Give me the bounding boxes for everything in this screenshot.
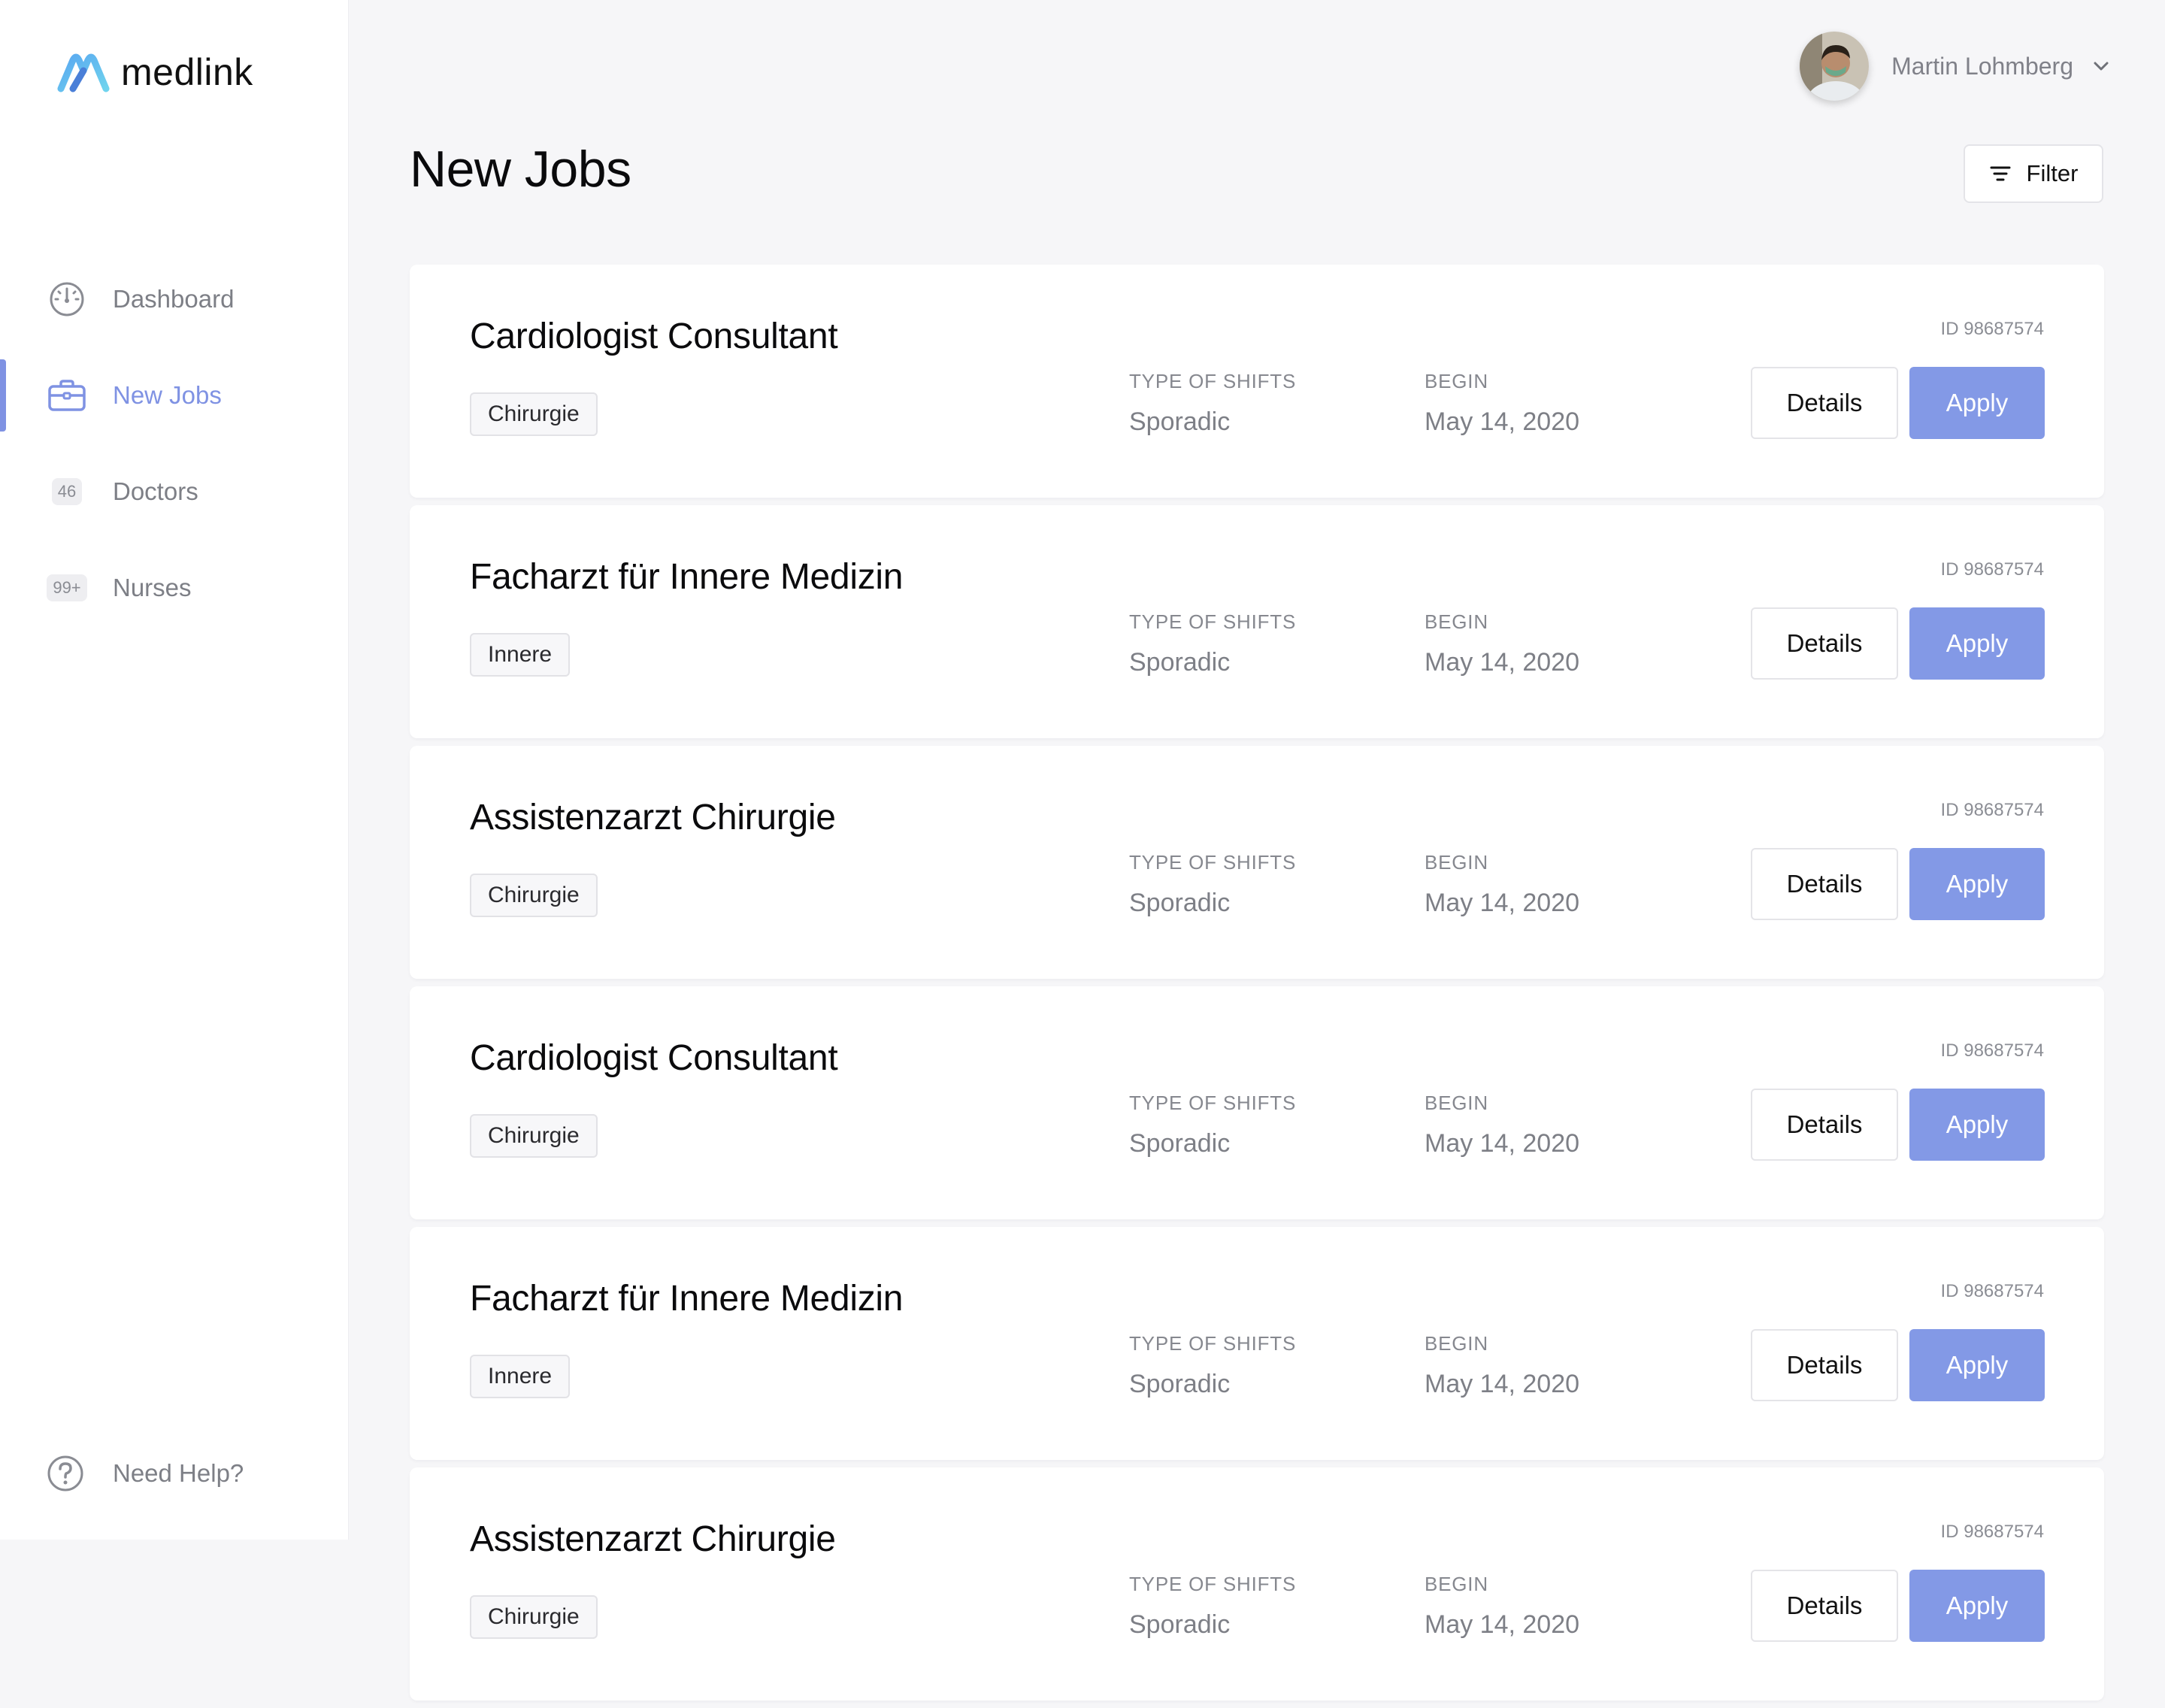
job-tag: Chirurgie	[470, 874, 598, 917]
shift-type-value: Sporadic	[1129, 1129, 1231, 1158]
begin-date: May 14, 2020	[1425, 1370, 1580, 1398]
details-button[interactable]: Details	[1751, 367, 1898, 439]
begin-date: May 14, 2020	[1425, 1129, 1580, 1158]
user-name: Martin Lohmberg	[1891, 52, 2073, 80]
job-title: Facharzt für Innere Medizin	[470, 1279, 904, 1319]
apply-button[interactable]: Apply	[1909, 1329, 2045, 1401]
apply-button[interactable]: Apply	[1909, 1089, 2045, 1161]
shift-type-value: Sporadic	[1129, 1370, 1231, 1398]
begin-label: BEGIN	[1425, 1573, 1488, 1595]
job-card: Facharzt für Innere Medizin Innere TYPE …	[410, 1227, 2104, 1460]
job-card: Assistenzarzt Chirurgie Chirurgie TYPE O…	[410, 1467, 2104, 1700]
shift-type-value: Sporadic	[1129, 407, 1231, 436]
shift-type-value: Sporadic	[1129, 889, 1231, 917]
shift-type-value: Sporadic	[1129, 648, 1231, 677]
job-tag: Innere	[470, 633, 571, 677]
apply-button[interactable]: Apply	[1909, 848, 2045, 920]
doctors-count-badge: 46	[51, 478, 83, 505]
question-circle-icon	[47, 1455, 84, 1492]
page-title: New Jobs	[410, 141, 631, 198]
begin-label: BEGIN	[1425, 851, 1488, 874]
begin-date: May 14, 2020	[1425, 648, 1580, 677]
job-tag: Innere	[470, 1355, 571, 1398]
briefcase-icon	[45, 377, 89, 413]
job-title: Cardiologist Consultant	[470, 316, 838, 356]
job-id: ID 98687574	[1940, 559, 2044, 580]
nav-count-icon: 46	[45, 474, 89, 510]
job-card: Cardiologist Consultant Chirurgie TYPE O…	[410, 265, 2104, 498]
details-button[interactable]: Details	[1751, 1570, 1898, 1642]
begin-date: May 14, 2020	[1425, 1610, 1580, 1639]
job-id: ID 98687574	[1940, 1281, 2044, 1301]
job-title: Cardiologist Consultant	[470, 1038, 838, 1078]
chevron-down-icon	[2094, 62, 2109, 71]
begin-date: May 14, 2020	[1425, 407, 1580, 436]
gauge-icon	[45, 281, 89, 317]
begin-date: May 14, 2020	[1425, 889, 1580, 917]
apply-button[interactable]: Apply	[1909, 367, 2045, 439]
shift-type-label: TYPE OF SHIFTS	[1129, 1573, 1297, 1595]
nurses-count-badge: 99+	[47, 574, 87, 601]
shift-type-label: TYPE OF SHIFTS	[1129, 1332, 1297, 1355]
need-help-link[interactable]: Need Help?	[0, 1437, 348, 1510]
job-card: Facharzt für Innere Medizin Innere TYPE …	[410, 505, 2104, 738]
avatar	[1800, 32, 1870, 101]
sidebar-item-label: Doctors	[113, 477, 198, 505]
job-tag: Chirurgie	[470, 1595, 598, 1639]
begin-label: BEGIN	[1425, 1332, 1488, 1355]
job-card: Cardiologist Consultant Chirurgie TYPE O…	[410, 986, 2104, 1219]
job-id: ID 98687574	[1940, 1040, 2044, 1061]
need-help-label: Need Help?	[113, 1459, 244, 1487]
brand-name: medlink	[121, 51, 253, 93]
sidebar-nav: Dashboard New Jobs 46 Doctors 99+ Nurses	[0, 263, 348, 648]
shift-type-label: TYPE OF SHIFTS	[1129, 1092, 1297, 1114]
sidebar-item-dashboard[interactable]: Dashboard	[0, 263, 348, 335]
filter-icon	[1990, 166, 2011, 181]
job-id: ID 98687574	[1940, 319, 2044, 339]
sidebar-item-label: New Jobs	[113, 381, 222, 409]
job-title: Assistenzarzt Chirurgie	[470, 798, 836, 837]
sidebar-item-nurses[interactable]: 99+ Nurses	[0, 552, 348, 624]
details-button[interactable]: Details	[1751, 848, 1898, 920]
shift-type-label: TYPE OF SHIFTS	[1129, 370, 1297, 392]
shift-type-label: TYPE OF SHIFTS	[1129, 610, 1297, 633]
job-title: Facharzt für Innere Medizin	[470, 557, 904, 597]
details-button[interactable]: Details	[1751, 607, 1898, 680]
sidebar-item-label: Dashboard	[113, 285, 235, 313]
logo[interactable]: medlink	[56, 50, 253, 95]
apply-button[interactable]: Apply	[1909, 1570, 2045, 1642]
shift-type-value: Sporadic	[1129, 1610, 1231, 1639]
user-menu[interactable]: Martin Lohmberg	[1800, 30, 2109, 102]
job-tag: Chirurgie	[470, 1114, 598, 1158]
begin-label: BEGIN	[1425, 370, 1488, 392]
job-list: Cardiologist Consultant Chirurgie TYPE O…	[410, 265, 2104, 1708]
job-id: ID 98687574	[1940, 800, 2044, 820]
sidebar: medlink Dashboard New Jobs 46 Doctors 99…	[0, 0, 349, 1540]
sidebar-item-label: Nurses	[113, 574, 192, 601]
sidebar-item-new-jobs[interactable]: New Jobs	[0, 359, 348, 432]
job-card: Assistenzarzt Chirurgie Chirurgie TYPE O…	[410, 746, 2104, 979]
filter-label: Filter	[2026, 160, 2079, 186]
shift-type-label: TYPE OF SHIFTS	[1129, 851, 1297, 874]
details-button[interactable]: Details	[1751, 1089, 1898, 1161]
job-tag: Chirurgie	[470, 392, 598, 436]
begin-label: BEGIN	[1425, 610, 1488, 633]
apply-button[interactable]: Apply	[1909, 607, 2045, 680]
nav-count-icon: 99+	[45, 570, 89, 606]
filter-button[interactable]: Filter	[1964, 144, 2103, 203]
medlink-logo-icon	[57, 53, 110, 92]
details-button[interactable]: Details	[1751, 1329, 1898, 1401]
sidebar-item-doctors[interactable]: 46 Doctors	[0, 456, 348, 528]
begin-label: BEGIN	[1425, 1092, 1488, 1114]
